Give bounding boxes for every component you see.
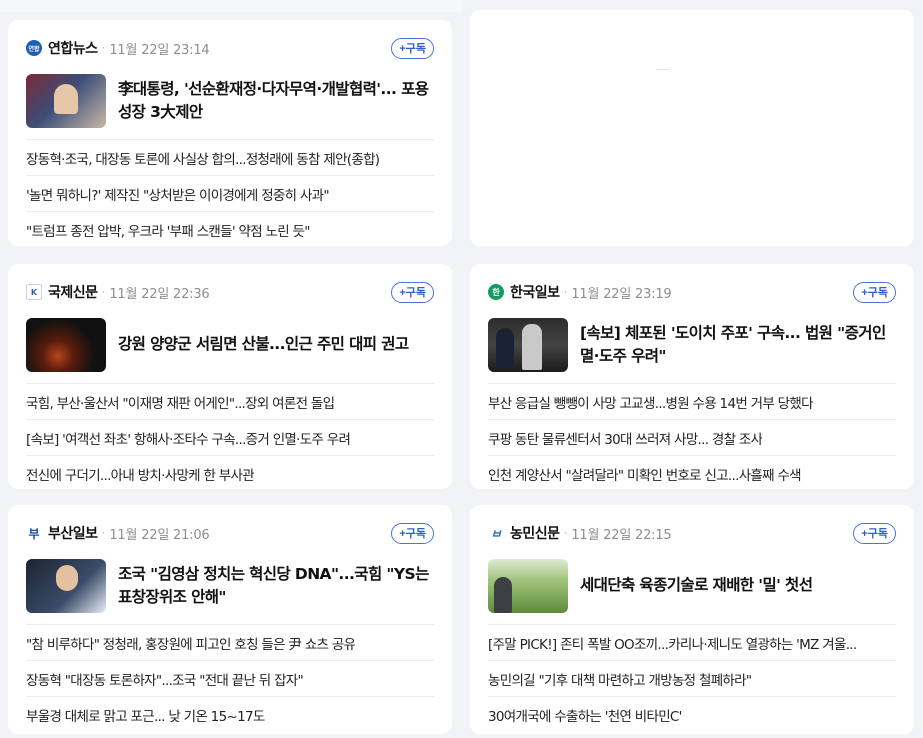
article-link[interactable]: 장동혁 "대장동 토론하자"...조국 "전대 끝난 뒤 잡자" bbox=[26, 661, 434, 697]
press-name[interactable]: 연합뉴스 bbox=[48, 38, 98, 58]
article-list: [주말 PICK!] 존티 폭발 OO조끼...카리나·제니도 열광하는 'MZ… bbox=[488, 625, 896, 733]
article-list: 국힘, 부산·울산서 "이재명 재판 어게인"...장외 여론전 돌입 [속보]… bbox=[26, 384, 434, 492]
article-link[interactable]: [주말 PICK!] 존티 폭발 OO조끼...카리나·제니도 열광하는 'MZ… bbox=[488, 625, 896, 661]
article-list: "참 비루하다" 정청래, 홍장원에 피고인 호칭 들은 尹 쇼츠 공유 장동혁… bbox=[26, 625, 434, 733]
article-link[interactable]: 농민의길 "기후 대책 마련하고 개방농정 철폐하라" bbox=[488, 661, 896, 697]
press-card-kukje: K 국제신문 · 11월 22일 22:36 +구독 강원 양양군 서림면 산불… bbox=[8, 264, 452, 489]
subscribe-button[interactable]: +구독 bbox=[391, 522, 434, 544]
article-link[interactable]: 전신에 구더기...아내 방치·사망케 한 부사관 bbox=[26, 456, 434, 492]
article-list: 장동혁·조국, 대장동 토론에 사실상 합의...정청래에 동참 제안(종합) … bbox=[26, 140, 434, 248]
headline-thumbnail[interactable] bbox=[488, 317, 568, 372]
busan-logo-icon[interactable]: 부 bbox=[26, 525, 42, 541]
headline-link[interactable]: 강원 양양군 서림면 산불...인근 주민 대피 권고 bbox=[26, 317, 434, 384]
press-time: 11월 22일 23:19 bbox=[571, 286, 672, 302]
press-header: ㅂ 농민신문 · 11월 22일 22:15 +구독 bbox=[488, 505, 896, 559]
empty-card bbox=[470, 10, 914, 246]
article-link[interactable]: 부울경 대체로 맑고 포근... 낮 기온 15~17도 bbox=[26, 697, 434, 733]
press-time: 11월 22일 22:36 bbox=[109, 286, 210, 302]
press-name[interactable]: 한국일보 bbox=[510, 282, 560, 302]
separator-dot: · bbox=[101, 41, 106, 55]
article-link[interactable]: 인천 계양산서 "살려달라" 미확인 번호로 신고...사흘째 수색 bbox=[488, 456, 896, 492]
yonhap-logo-icon[interactable]: 연합 bbox=[26, 40, 42, 56]
headline-link[interactable]: 李대통령, '선순환재정·다자무역·개발협력'... 포용성장 3大제안 bbox=[26, 73, 434, 140]
nongmin-logo-icon[interactable]: ㅂ bbox=[488, 525, 504, 541]
kukje-logo-icon[interactable]: K bbox=[26, 284, 42, 300]
headline-link[interactable]: 세대단축 육종기술로 재배한 '밀' 첫선 bbox=[488, 558, 896, 625]
headline-title[interactable]: 세대단축 육종기술로 재배한 '밀' 첫선 bbox=[580, 574, 813, 597]
article-link[interactable]: 장동혁·조국, 대장동 토론에 사실상 합의...정청래에 동참 제안(종합) bbox=[26, 140, 434, 176]
press-card-busan: 부 부산일보 · 11월 22일 21:06 +구독 조국 "김영삼 정치는 혁… bbox=[8, 505, 452, 734]
headline-thumbnail[interactable] bbox=[26, 317, 106, 372]
hankook-logo-icon[interactable]: 한 bbox=[488, 284, 504, 300]
article-link[interactable]: 30여개국에 수출하는 '천연 비타민C' bbox=[488, 697, 896, 733]
loading-placeholder bbox=[656, 69, 670, 70]
article-link[interactable]: "트럼프 종전 압박, 우크라 '부패 스캔들' 약점 노린 듯" bbox=[26, 212, 434, 248]
press-name[interactable]: 국제신문 bbox=[48, 282, 98, 302]
press-header: 한 한국일보 · 11월 22일 23:19 +구독 bbox=[488, 264, 896, 318]
headline-link[interactable]: 조국 "김영삼 정치는 혁신당 DNA"...국힘 "YS는 표창장위조 안해" bbox=[26, 558, 434, 625]
article-link[interactable]: 국힘, 부산·울산서 "이재명 재판 어게인"...장외 여론전 돌입 bbox=[26, 384, 434, 420]
subscribe-button[interactable]: +구독 bbox=[853, 281, 896, 303]
press-card-yonhap: 연합 연합뉴스 · 11월 22일 23:14 +구독 李대통령, '선순환재정… bbox=[8, 20, 452, 246]
press-header: K 국제신문 · 11월 22일 22:36 +구독 bbox=[26, 264, 434, 318]
article-link[interactable]: 부산 응급실 뺑뺑이 사망 고교생...병원 수용 14번 거부 당했다 bbox=[488, 384, 896, 420]
article-link[interactable]: 쿠팡 동탄 물류센터서 30대 쓰러져 사망... 경찰 조사 bbox=[488, 420, 896, 456]
article-link[interactable]: "참 비루하다" 정청래, 홍장원에 피고인 호칭 들은 尹 쇼츠 공유 bbox=[26, 625, 434, 661]
news-feed-page: 연합 연합뉴스 · 11월 22일 23:14 +구독 李대통령, '선순환재정… bbox=[0, 0, 923, 738]
article-list: 부산 응급실 뺑뺑이 사망 고교생...병원 수용 14번 거부 당했다 쿠팡 … bbox=[488, 384, 896, 492]
press-card-hankook: 한 한국일보 · 11월 22일 23:19 +구독 [속보] 체포된 '도이치… bbox=[470, 264, 914, 489]
press-name[interactable]: 농민신문 bbox=[510, 523, 560, 543]
subscribe-button[interactable]: +구독 bbox=[853, 522, 896, 544]
headline-title[interactable]: 강원 양양군 서림면 산불...인근 주민 대피 권고 bbox=[118, 333, 409, 356]
top-strip bbox=[0, 0, 462, 12]
subscribe-button[interactable]: +구독 bbox=[391, 281, 434, 303]
separator-dot: · bbox=[563, 526, 568, 540]
headline-title[interactable]: [속보] 체포된 '도이치 주포' 구속... 법원 "증거인멸·도주 우려" bbox=[580, 322, 896, 368]
headline-thumbnail[interactable] bbox=[26, 558, 106, 613]
headline-title[interactable]: 李대통령, '선순환재정·다자무역·개발협력'... 포용성장 3大제안 bbox=[118, 78, 434, 124]
separator-dot: · bbox=[563, 285, 568, 299]
press-card-nongmin: ㅂ 농민신문 · 11월 22일 22:15 +구독 세대단축 육종기술로 재배… bbox=[470, 505, 914, 734]
article-link[interactable]: '놀면 뭐하니?' 제작진 "상처받은 이이경에게 정중히 사과" bbox=[26, 176, 434, 212]
press-time: 11월 22일 22:15 bbox=[571, 527, 672, 543]
press-time: 11월 22일 23:14 bbox=[109, 42, 210, 58]
subscribe-button[interactable]: +구독 bbox=[391, 37, 434, 59]
headline-link[interactable]: [속보] 체포된 '도이치 주포' 구속... 법원 "증거인멸·도주 우려" bbox=[488, 317, 896, 384]
headline-thumbnail[interactable] bbox=[26, 73, 106, 128]
article-link[interactable]: [속보] '여객선 좌초' 항해사·조타수 구속...증거 인멸·도주 우려 bbox=[26, 420, 434, 456]
press-time: 11월 22일 21:06 bbox=[109, 527, 210, 543]
press-name[interactable]: 부산일보 bbox=[48, 523, 98, 543]
separator-dot: · bbox=[101, 526, 106, 540]
headline-title[interactable]: 조국 "김영삼 정치는 혁신당 DNA"...국힘 "YS는 표창장위조 안해" bbox=[118, 563, 434, 609]
press-header: 부 부산일보 · 11월 22일 21:06 +구독 bbox=[26, 505, 434, 559]
headline-thumbnail[interactable] bbox=[488, 558, 568, 613]
press-header: 연합 연합뉴스 · 11월 22일 23:14 +구독 bbox=[26, 20, 434, 74]
separator-dot: · bbox=[101, 285, 106, 299]
